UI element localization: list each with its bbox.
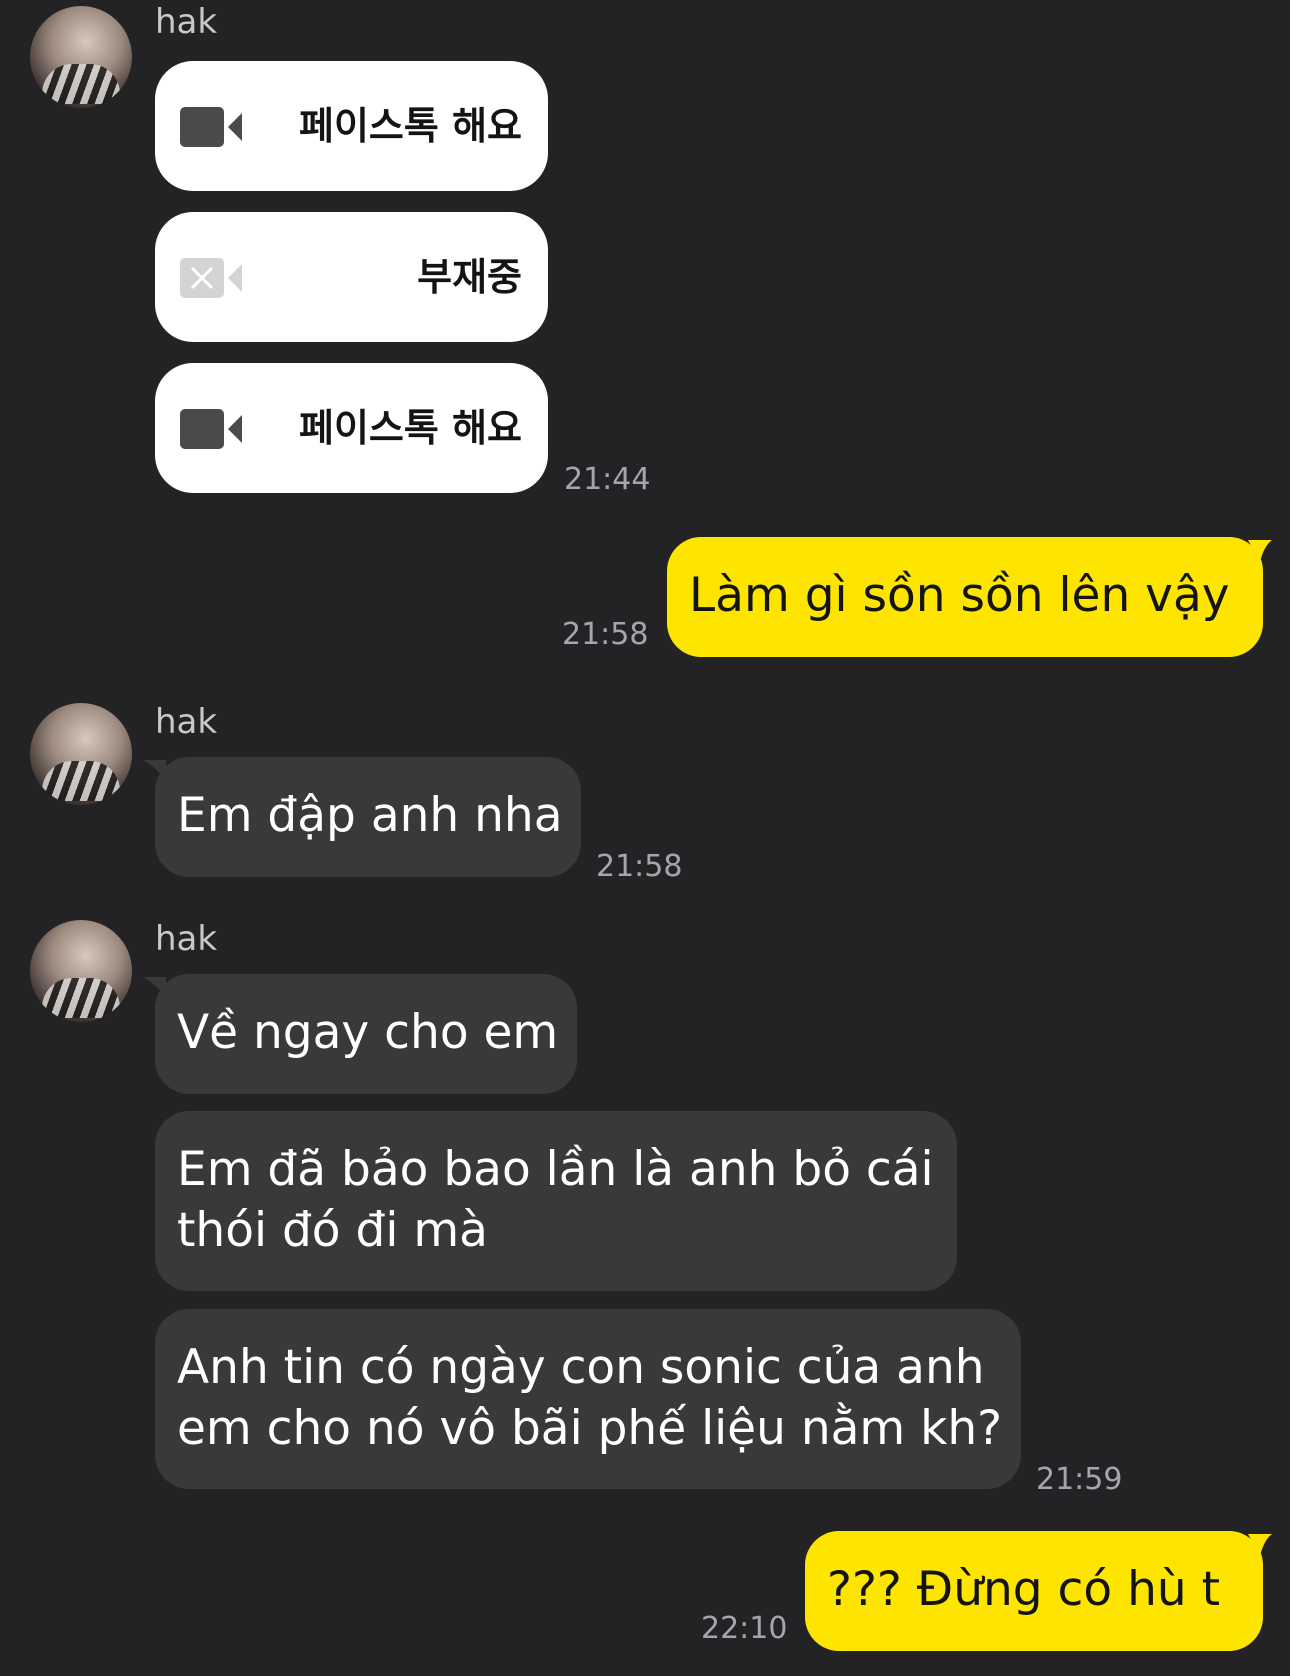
message-text: Em đập anh nha	[177, 788, 563, 843]
bubble-tail	[1248, 540, 1272, 562]
timestamp: 21:58	[596, 849, 683, 884]
message-text: ??? Đừng có hù t	[827, 1562, 1221, 1617]
facetalk-call-bubble[interactable]: 페이스톡 해요	[155, 363, 548, 493]
message-text: Về ngay cho em	[177, 1005, 559, 1060]
incoming-message[interactable]: Về ngay cho em	[155, 974, 577, 1094]
call-label: 페이스톡 해요	[299, 104, 522, 148]
video-camera-icon	[180, 107, 242, 147]
incoming-message[interactable]: Em đập anh nha	[155, 757, 581, 877]
outgoing-message[interactable]: ??? Đừng có hù t	[805, 1531, 1263, 1651]
message-text-line: thói đó đi mà	[177, 1203, 488, 1258]
facetalk-call-bubble[interactable]: 페이스톡 해요	[155, 61, 548, 191]
sender-name: hak	[155, 702, 218, 742]
sender-name: hak	[155, 2, 218, 42]
timestamp: 22:10	[701, 1611, 788, 1646]
call-label: 페이스톡 해요	[299, 406, 522, 450]
avatar[interactable]	[30, 920, 132, 1022]
message-text-line: Em đã bảo bao lần là anh bỏ cái	[177, 1142, 934, 1197]
timestamp: 21:59	[1036, 1462, 1123, 1497]
video-camera-icon	[180, 409, 242, 449]
sender-name: hak	[155, 919, 218, 959]
video-camera-missed-icon	[180, 258, 242, 298]
outgoing-message[interactable]: Làm gì sồn sồn lên vậy	[667, 537, 1263, 657]
avatar[interactable]	[30, 703, 132, 805]
message-text-line: em cho nó vô bãi phế liệu nằm kh?	[177, 1401, 1003, 1456]
timestamp: 21:44	[564, 462, 651, 497]
missed-call-bubble[interactable]: 부재중	[155, 212, 548, 342]
message-text-line: Anh tin có ngày con sonic của anh	[177, 1340, 985, 1395]
incoming-message[interactable]: Anh tin có ngày con sonic của anh em cho…	[155, 1309, 1021, 1489]
call-label: 부재중	[417, 255, 522, 299]
incoming-message[interactable]: Em đã bảo bao lần là anh bỏ cái thói đó …	[155, 1111, 957, 1291]
avatar[interactable]	[30, 6, 132, 108]
timestamp: 21:58	[562, 617, 649, 652]
message-text: Làm gì sồn sồn lên vậy	[689, 568, 1230, 623]
bubble-tail	[1248, 1534, 1272, 1556]
